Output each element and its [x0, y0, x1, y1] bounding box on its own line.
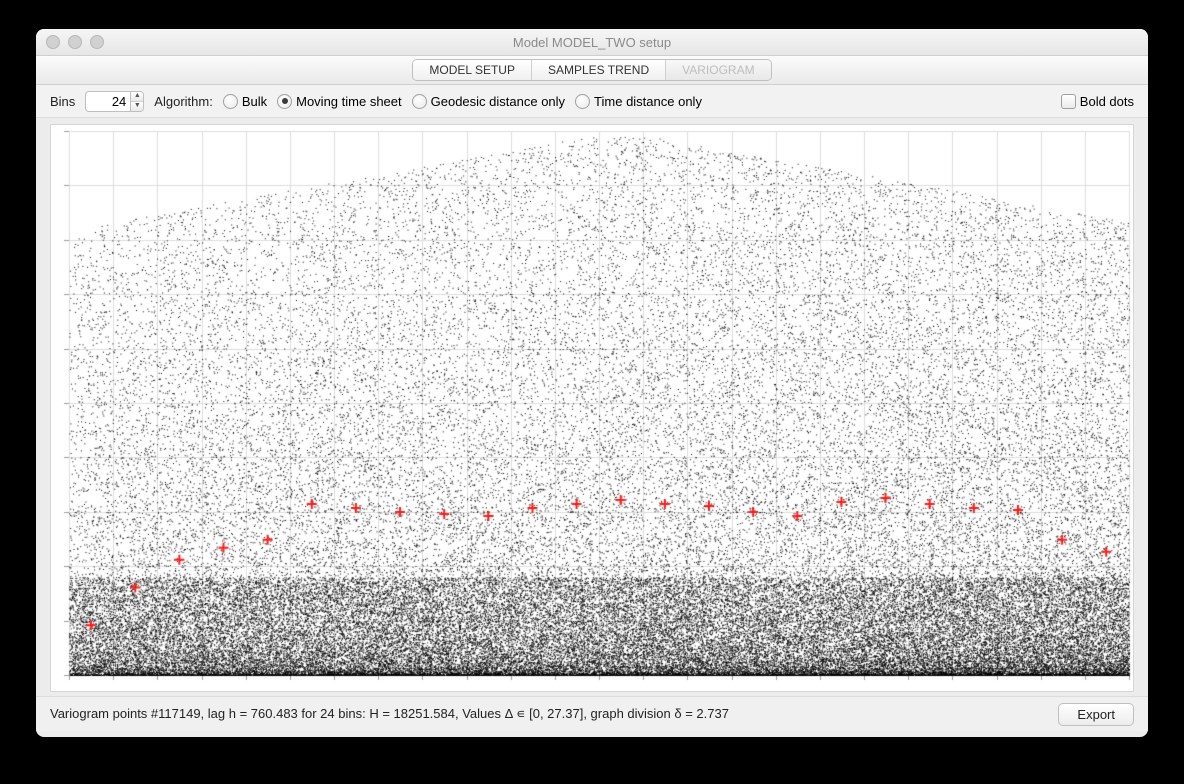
radio-geodesic-dot: [412, 94, 427, 109]
radio-geodesic[interactable]: Geodesic distance only: [412, 94, 565, 109]
algorithm-label: Algorithm:: [154, 94, 213, 109]
zoom-icon[interactable]: [90, 35, 104, 49]
bold-dots-label: Bold dots: [1080, 94, 1134, 109]
traffic-lights: [36, 35, 104, 49]
bold-dots-box: [1061, 94, 1076, 109]
radio-moving[interactable]: Moving time sheet: [277, 94, 402, 109]
radio-moving-dot: [277, 94, 292, 109]
status-text: Variogram points #117149, lag h = 760.48…: [50, 706, 1048, 722]
bin-mean-markers: [51, 125, 1133, 689]
tab-model-setup[interactable]: MODEL SETUP: [413, 60, 532, 80]
tab-samples-trend[interactable]: SAMPLES TREND: [532, 60, 666, 80]
tabs-bar: MODEL SETUP SAMPLES TREND VARIOGRAM: [36, 56, 1148, 85]
checkbox-bold-dots[interactable]: Bold dots: [1061, 94, 1134, 109]
radio-bulk-dot: [223, 94, 238, 109]
radio-timedist-label: Time distance only: [594, 94, 702, 109]
toolbar: Bins ▲ ▼ Algorithm: Bulk Moving time she…: [36, 85, 1148, 118]
bins-label: Bins: [50, 94, 75, 109]
minimize-icon[interactable]: [68, 35, 82, 49]
variogram-plot: [50, 124, 1134, 692]
window-title: Model MODEL_TWO setup: [36, 35, 1148, 50]
bins-stepper: ▲ ▼: [85, 91, 144, 112]
radio-moving-label: Moving time sheet: [296, 94, 402, 109]
radio-bulk[interactable]: Bulk: [223, 94, 267, 109]
footer: Variogram points #117149, lag h = 760.48…: [36, 696, 1148, 731]
tab-variogram[interactable]: VARIOGRAM: [666, 60, 770, 80]
close-icon[interactable]: [46, 35, 60, 49]
radio-geodesic-label: Geodesic distance only: [431, 94, 565, 109]
bins-step-up[interactable]: ▲: [131, 92, 143, 102]
bins-input[interactable]: [85, 91, 131, 112]
app-window: Model MODEL_TWO setup MODEL SETUP SAMPLE…: [36, 29, 1148, 737]
export-button[interactable]: Export: [1058, 703, 1134, 726]
radio-timedist-dot: [575, 94, 590, 109]
bins-step-down[interactable]: ▼: [131, 102, 143, 111]
radio-timedist[interactable]: Time distance only: [575, 94, 702, 109]
radio-bulk-label: Bulk: [242, 94, 267, 109]
tab-segmented-control: MODEL SETUP SAMPLES TREND VARIOGRAM: [412, 59, 771, 81]
bins-stepper-buttons: ▲ ▼: [131, 91, 144, 112]
titlebar[interactable]: Model MODEL_TWO setup: [36, 29, 1148, 56]
